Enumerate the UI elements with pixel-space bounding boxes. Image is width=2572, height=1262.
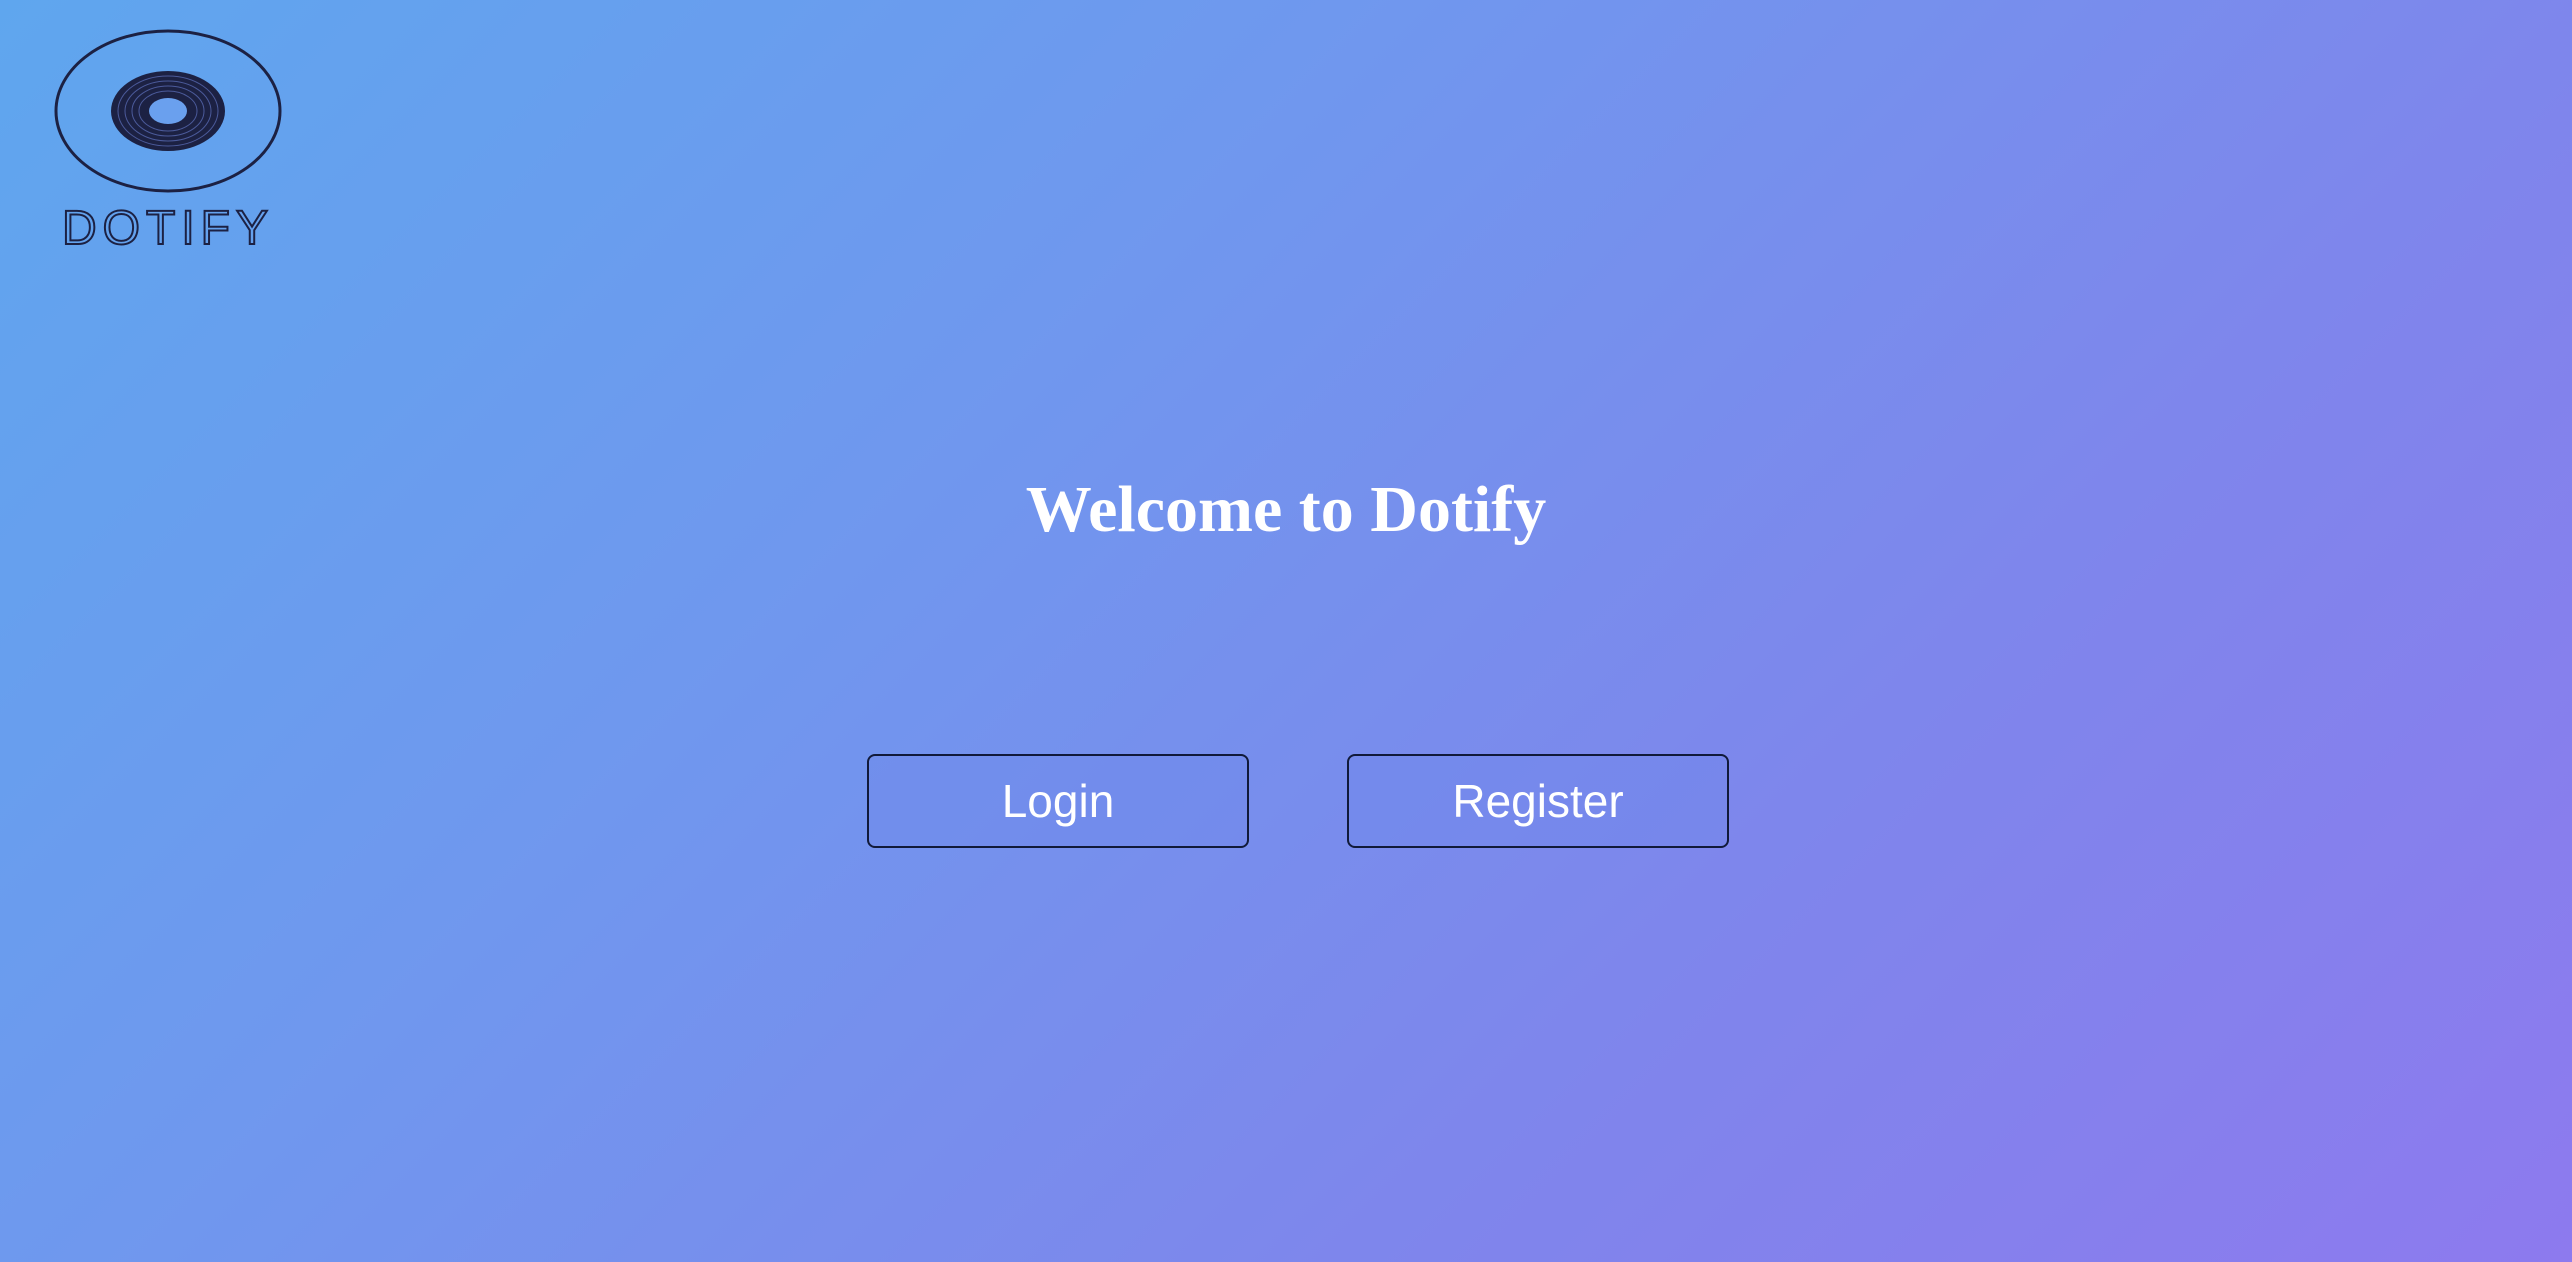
login-button[interactable]: Login	[867, 754, 1249, 848]
vinyl-record-icon: DOTIFY	[54, 29, 282, 256]
register-button[interactable]: Register	[1347, 754, 1729, 848]
page-title: Welcome to Dotify	[1025, 473, 1547, 546]
dotify-logo[interactable]: DOTIFY	[40, 26, 310, 256]
logo-text: DOTIFY	[62, 202, 274, 255]
